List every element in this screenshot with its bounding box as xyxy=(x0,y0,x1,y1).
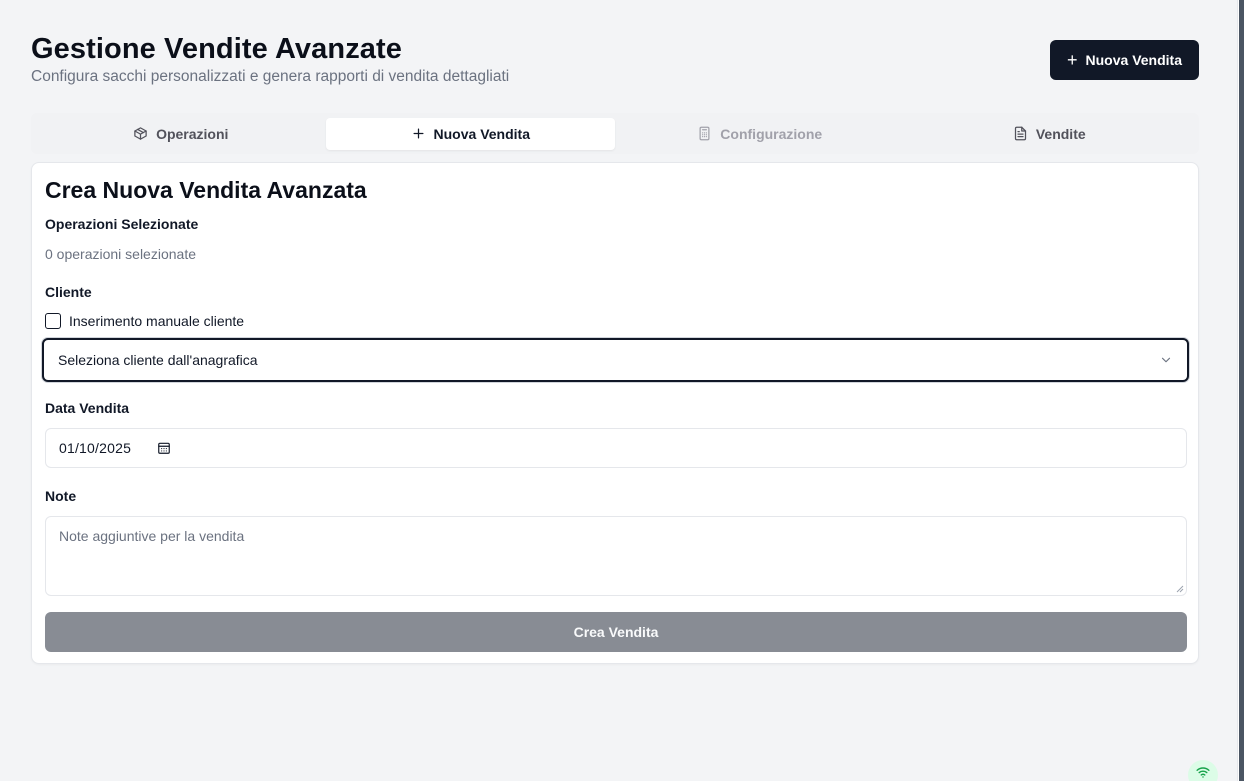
calculator-icon xyxy=(699,126,710,141)
tab-operazioni[interactable]: Operazioni xyxy=(36,118,326,150)
sale-date-field[interactable]: 01/10/2025 xyxy=(45,428,1187,468)
plus-icon: + xyxy=(1067,50,1078,70)
page-header: Gestione Vendite Avanzate Configura sacc… xyxy=(31,33,509,86)
new-sale-button[interactable]: + Nuova Vendita xyxy=(1050,40,1199,80)
chevron-down-icon xyxy=(1161,357,1171,363)
new-sale-card: Crea Nuova Vendita Avanzata Operazioni S… xyxy=(31,162,1199,664)
new-sale-button-label: Nuova Vendita xyxy=(1085,52,1182,68)
tab-configurazione[interactable]: Configurazione xyxy=(615,118,905,150)
package-icon xyxy=(134,127,147,140)
operations-count: 0 operazioni selezionate xyxy=(45,246,196,262)
tab-label: Vendite xyxy=(1035,125,1086,142)
notes-placeholder: Note aggiuntive per la vendita xyxy=(59,528,245,544)
page-subtitle: Configura sacchi personalizzati e genera… xyxy=(31,68,510,85)
tab-list: Operazioni Nuova Vendita Configurazione … xyxy=(31,113,1199,154)
plus-icon xyxy=(413,128,424,139)
client-select[interactable]: Seleziona cliente dall'anagrafica xyxy=(42,338,1189,382)
tab-label: Configurazione xyxy=(720,125,823,142)
notes-textarea[interactable]: Note aggiuntive per la vendita xyxy=(45,516,1187,596)
create-sale-button[interactable]: Crea Vendita xyxy=(45,612,1187,652)
manual-client-checkbox[interactable] xyxy=(45,313,61,329)
scrollbar-thumb[interactable] xyxy=(1239,0,1244,781)
tab-label: Nuova Vendita xyxy=(433,125,530,142)
tab-label: Operazioni xyxy=(156,125,229,142)
wifi-icon xyxy=(1196,767,1210,778)
window-scrollbar[interactable] xyxy=(1237,0,1255,781)
tab-vendite[interactable]: Vendite xyxy=(905,118,1195,150)
notes-label: Note xyxy=(45,488,77,504)
tab-nuova-vendita[interactable]: Nuova Vendita xyxy=(325,117,615,150)
client-label: Cliente xyxy=(45,284,92,300)
manual-client-row: Inserimento manuale cliente xyxy=(45,313,244,329)
card-title: Crea Nuova Vendita Avanzata xyxy=(45,177,367,203)
calendar-icon[interactable] xyxy=(157,441,171,455)
sale-date-value: 01/10/2025 xyxy=(59,440,132,456)
client-select-value: Seleziona cliente dall'anagrafica xyxy=(58,352,258,368)
resize-grip-icon[interactable] xyxy=(1176,585,1184,593)
file-text-icon xyxy=(1014,126,1026,141)
connection-status-badge xyxy=(1188,760,1218,781)
manual-client-label: Inserimento manuale cliente xyxy=(69,313,245,329)
page-title: Gestione Vendite Avanzate xyxy=(31,33,403,65)
date-label: Data Vendita xyxy=(45,400,130,416)
operations-label: Operazioni Selezionate xyxy=(45,216,199,232)
